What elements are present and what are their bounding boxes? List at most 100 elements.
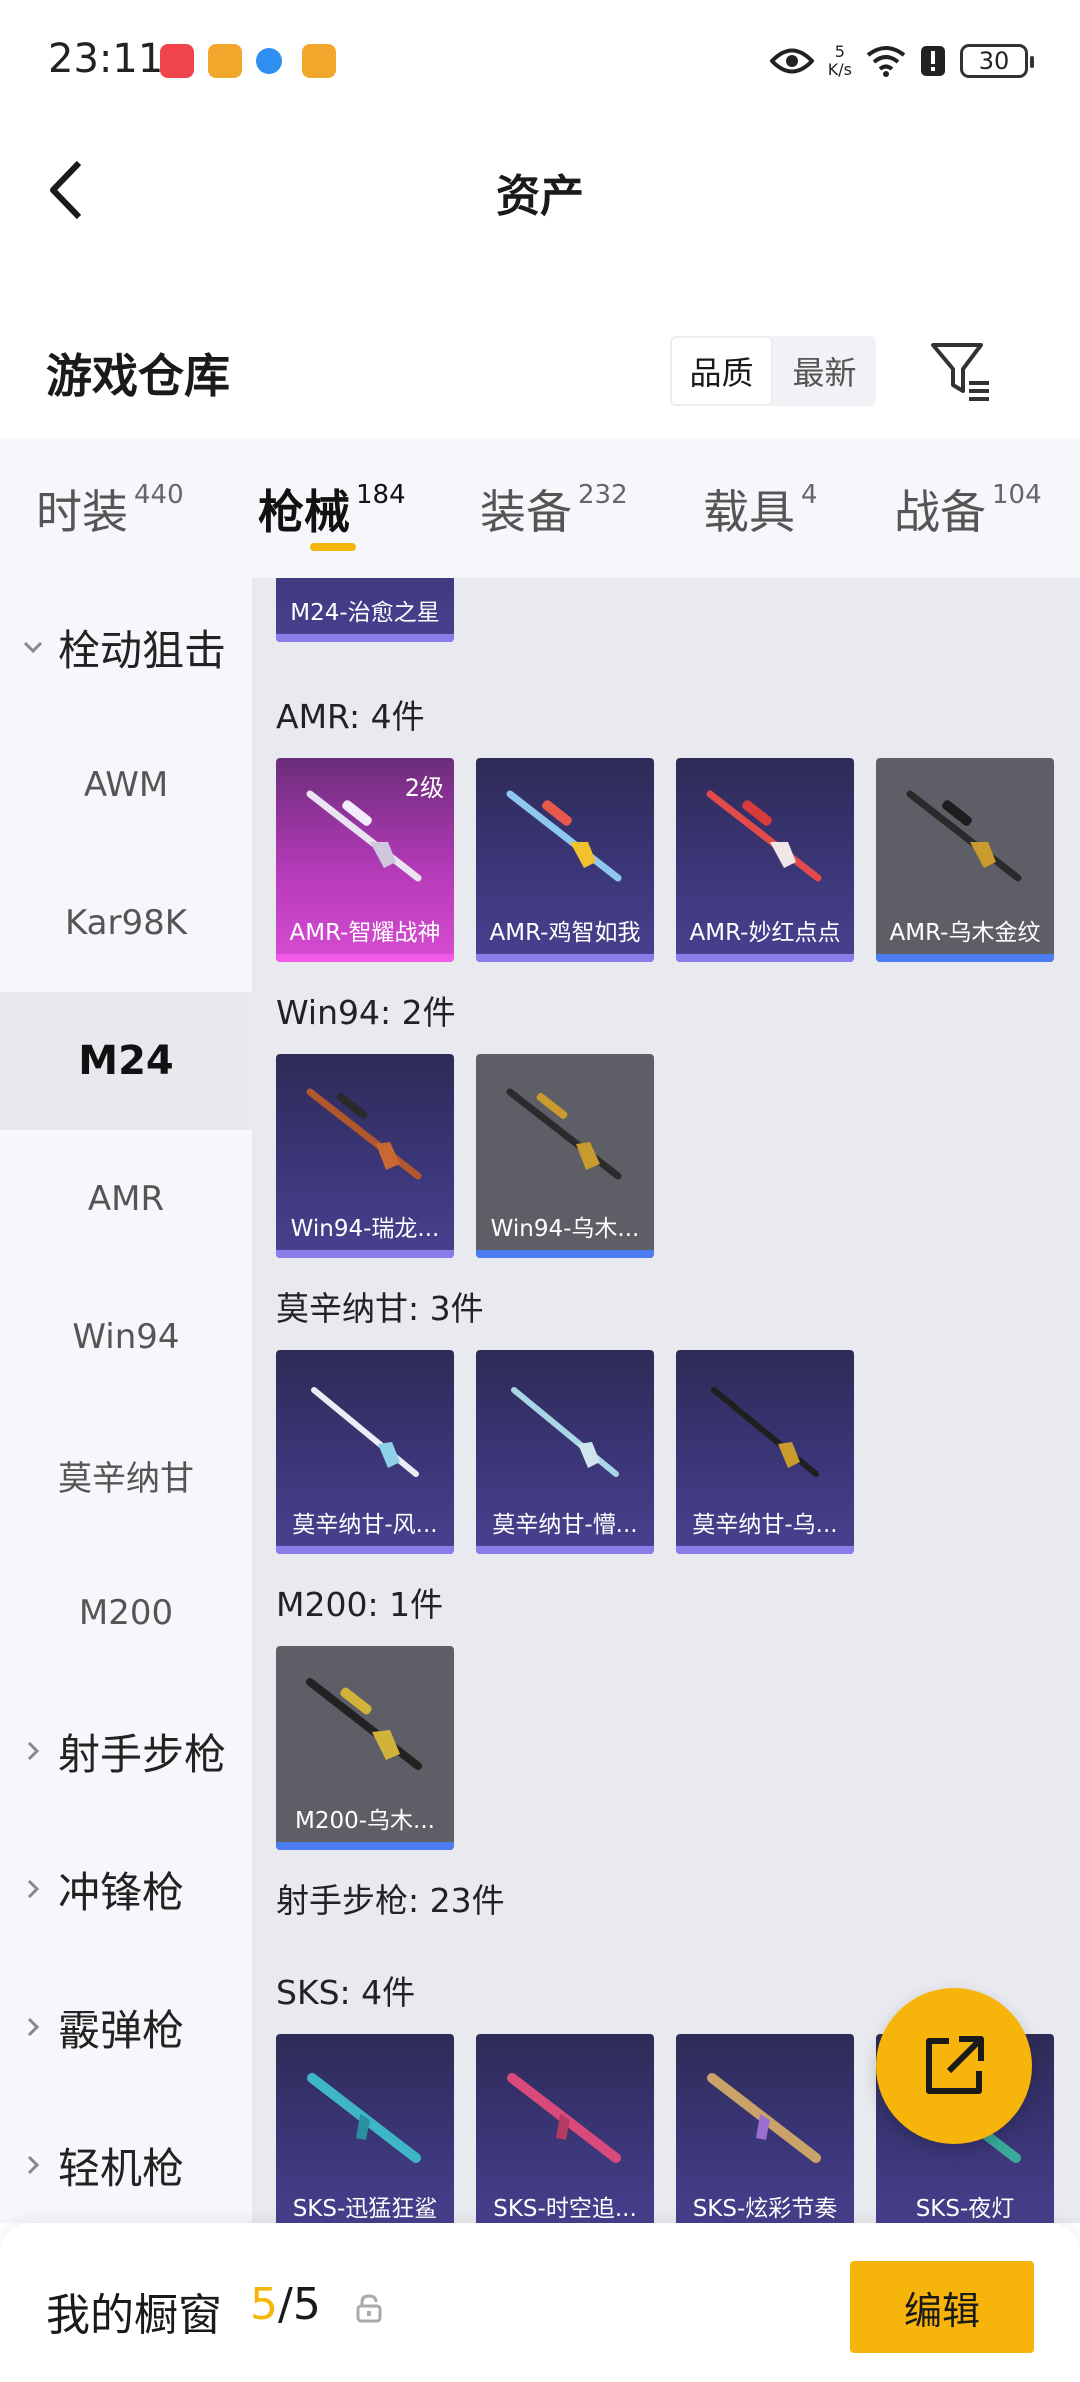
sniper-rifle-icon xyxy=(306,1678,422,1770)
showcase-count: 5/5 xyxy=(250,2279,321,2330)
page-title: 资产 xyxy=(496,171,584,222)
sniper-rifle-icon xyxy=(906,790,1022,882)
sidebar-item-kar98k[interactable]: Kar98K xyxy=(0,854,252,992)
sidebar-group-smg[interactable]: 冲锋枪 xyxy=(0,1820,252,1958)
status-bar: 23:11 5 K/s 30 xyxy=(0,0,1080,125)
tab-count: 4 xyxy=(801,480,818,510)
net-speed-value: 5 xyxy=(834,42,845,61)
tab-label: 时装 xyxy=(36,485,128,539)
sidebar-group-label: 射手步枪 xyxy=(58,1729,227,1779)
weapon-card[interactable]: AMR-乌木金纹 xyxy=(876,758,1054,962)
card-rarity-bar xyxy=(276,1250,454,1258)
sidebar-group-dmr[interactable]: 射手步枪 xyxy=(0,1682,252,1820)
assault-rifle-icon xyxy=(307,2073,421,2163)
sort-toggle: 品质 最新 xyxy=(670,336,876,406)
card-label: AMR-鸡智如我 xyxy=(489,920,641,946)
weapon-card[interactable]: SKS-时空追... xyxy=(476,2034,654,2223)
tab-gear[interactable]: 战备 104 xyxy=(894,476,1042,556)
card-rarity-bar xyxy=(476,1546,654,1554)
active-tab-indicator xyxy=(310,543,356,551)
weapon-card[interactable]: AMR-妙红点点 xyxy=(676,758,854,962)
filter-icon xyxy=(931,343,989,401)
card-rarity-bar xyxy=(876,954,1054,962)
card-rarity-bar xyxy=(276,634,454,642)
net-speed-unit: K/s xyxy=(827,60,852,79)
warehouse-title: 游戏仓库 xyxy=(46,349,230,403)
sniper-rifle-icon xyxy=(706,790,822,882)
card-label: SKS-夜灯 xyxy=(915,2196,1015,2222)
card-label: 莫辛纳甘-乌... xyxy=(692,1512,838,1538)
assault-rifle-icon xyxy=(707,2073,821,2163)
share-fab-button[interactable] xyxy=(876,1988,1032,2144)
filter-button[interactable] xyxy=(925,335,995,405)
eye-icon xyxy=(769,48,814,74)
sidebar-item-m24[interactable]: M24 xyxy=(0,992,252,1130)
card-label: M24-治愈之星 xyxy=(290,600,440,626)
external-link-icon xyxy=(926,2036,984,2094)
sidebar-group-shotgun[interactable]: 霰弹枪 xyxy=(0,1958,252,2096)
battery-icon: 30 xyxy=(960,44,1034,78)
sort-quality-option[interactable]: 品质 xyxy=(670,336,773,406)
category-title: 射手步枪: 23件 xyxy=(276,1881,505,1920)
game-app-icon xyxy=(208,44,242,78)
card-label: 莫辛纳甘-风... xyxy=(292,1512,438,1538)
assault-rifle-icon xyxy=(507,2073,621,2163)
sidebar-item-win94[interactable]: Win94 xyxy=(0,1268,252,1406)
card-label: SKS-迅猛狂鲨 xyxy=(292,2196,438,2222)
weapon-type-sidebar: 栓动狙击 AWM Kar98K M24 AMR Win94 莫辛纳甘 M200 … xyxy=(0,578,252,2223)
sidebar-group-label: 冲锋枪 xyxy=(58,1867,185,1917)
sort-newest-option[interactable]: 最新 xyxy=(773,336,876,406)
sidebar-item-mosin[interactable]: 莫辛纳甘 xyxy=(0,1406,252,1544)
card-rarity-bar xyxy=(276,1546,454,1554)
tab-count: 440 xyxy=(134,480,184,510)
showcase-bar: 我的橱窗 5/5 编辑 xyxy=(0,2223,1080,2382)
tab-count: 232 xyxy=(578,480,628,510)
weapon-card[interactable]: 莫辛纳甘-懵... xyxy=(476,1350,654,1554)
shopping-app-icon xyxy=(160,44,194,78)
edit-button[interactable]: 编辑 xyxy=(850,2261,1034,2353)
weapon-card[interactable]: 莫辛纳甘-乌... xyxy=(676,1350,854,1554)
card-rarity-bar xyxy=(676,1546,854,1554)
tab-vehicles[interactable]: 载具 4 xyxy=(703,476,818,556)
sidebar-item-awm[interactable]: AWM xyxy=(0,716,252,854)
weapon-card[interactable]: M200-乌木... xyxy=(276,1646,454,1850)
tab-fashion[interactable]: 时装 440 xyxy=(36,476,184,556)
game-app-icon-2 xyxy=(302,44,336,78)
card-label: AMR-乌木金纹 xyxy=(889,920,1041,946)
card-label: AMR-妙红点点 xyxy=(689,920,841,946)
sidebar-group-lmg[interactable]: 轻机枪 xyxy=(0,2096,252,2234)
weapon-card[interactable]: M24-治愈之星 xyxy=(276,578,454,642)
sidebar-item-amr[interactable]: AMR xyxy=(0,1130,252,1268)
rifle-icon xyxy=(506,1088,622,1180)
browser-app-icon xyxy=(256,48,282,74)
wifi-icon xyxy=(866,46,906,77)
sidebar-group-label: 栓动狙击 xyxy=(58,625,227,675)
showcase-sep: / xyxy=(278,2279,293,2330)
weapon-card[interactable]: AMR-鸡智如我 xyxy=(476,758,654,962)
chevron-right-icon xyxy=(22,1878,44,1900)
showcase-total: 5 xyxy=(292,2279,321,2330)
card-label: SKS-炫彩节奏 xyxy=(692,2196,838,2222)
chevron-down-icon xyxy=(22,636,44,658)
status-time: 23:11 xyxy=(48,36,164,82)
card-rarity-bar xyxy=(676,954,854,962)
card-label: Win94-瑞龙... xyxy=(290,1216,440,1242)
status-right-group: 5 K/s 30 xyxy=(769,36,1034,86)
weapon-card[interactable]: 2级 AMR-智耀战神 xyxy=(276,758,454,962)
weapon-card[interactable]: SKS-迅猛狂鲨 xyxy=(276,2034,454,2223)
app-screen: 23:11 5 K/s 30 资产 游戏仓库 品质 最新 时装 440 枪械 18 xyxy=(0,0,1080,2382)
sidebar-group-bolt-sniper[interactable]: 栓动狙击 xyxy=(0,578,252,716)
weapon-card[interactable]: Win94-瑞龙... xyxy=(276,1054,454,1258)
tab-equipment[interactable]: 装备 232 xyxy=(480,476,628,556)
weapon-card[interactable]: 莫辛纳甘-风... xyxy=(276,1350,454,1554)
rifle-icon xyxy=(511,1387,619,1477)
weapon-card[interactable]: SKS-炫彩节奏 xyxy=(676,2034,854,2223)
card-rarity-bar xyxy=(476,1250,654,1258)
sidebar-item-m200[interactable]: M200 xyxy=(0,1544,252,1682)
tab-label: 装备 xyxy=(480,485,572,539)
card-label: SKS-时空追... xyxy=(493,2196,637,2222)
card-label: 莫辛纳甘-懵... xyxy=(492,1512,638,1538)
tab-label: 载具 xyxy=(703,485,795,539)
chevron-right-icon xyxy=(22,2016,44,2038)
weapon-card[interactable]: Win94-乌木... xyxy=(476,1054,654,1258)
